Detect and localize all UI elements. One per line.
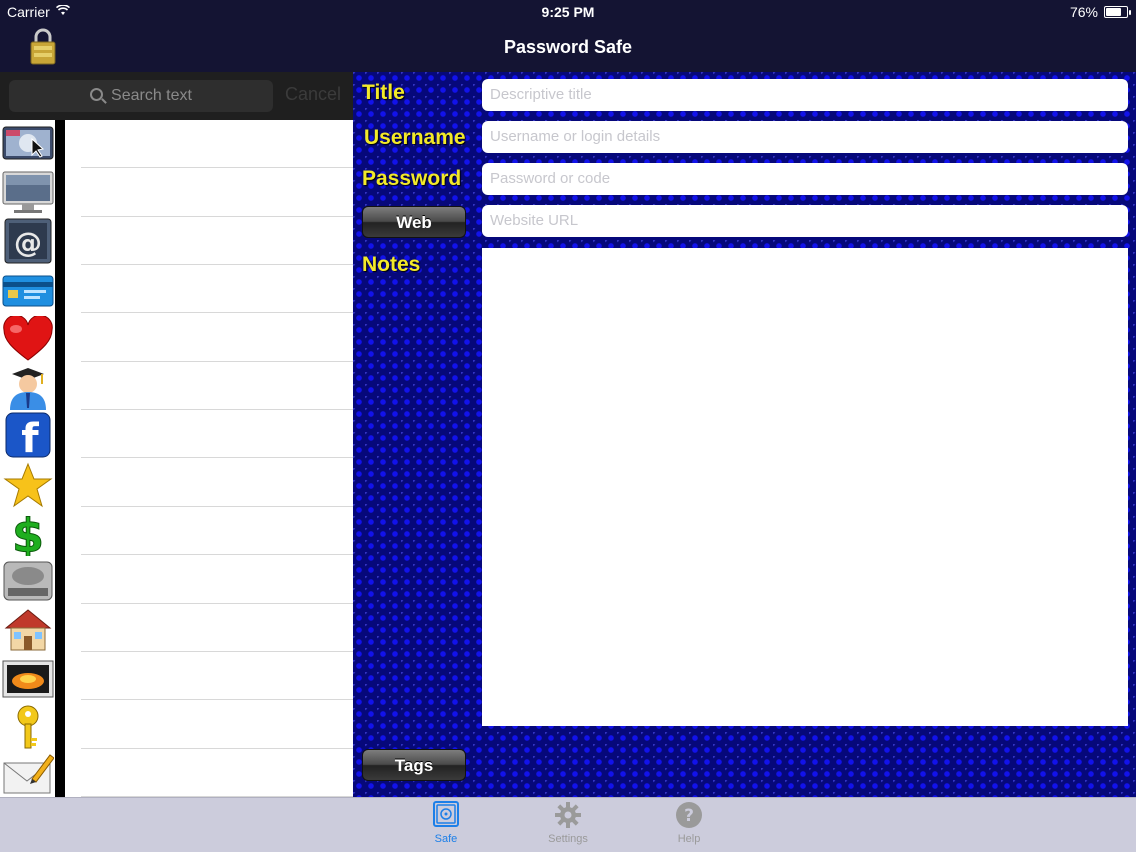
search-input[interactable]: Search text (9, 80, 273, 112)
hard-drive-icon[interactable] (2, 558, 54, 604)
computer-screen-icon[interactable] (2, 122, 54, 168)
list-item[interactable] (65, 555, 353, 604)
notes-field[interactable] (482, 248, 1128, 726)
star-icon[interactable] (2, 462, 54, 508)
list-item[interactable] (65, 168, 353, 217)
picture-icon[interactable] (2, 656, 54, 702)
password-placeholder: Password or code (490, 170, 611, 187)
strip-divider (57, 120, 65, 797)
top-bar: Carrier 9:25 PM 76% Password Safe (0, 0, 1136, 72)
search-bar: Search text Cancel (0, 72, 353, 120)
title-placeholder: Descriptive title (490, 86, 592, 103)
page-title: Password Safe (503, 37, 633, 57)
search-placeholder: Search text (111, 87, 192, 104)
credit-card-icon[interactable] (2, 268, 54, 314)
list-item[interactable] (65, 652, 353, 701)
password-label: Password (362, 167, 462, 190)
list-item[interactable] (65, 120, 353, 169)
list-item[interactable] (65, 410, 353, 459)
tab-settings-label: Settings (548, 833, 588, 845)
list-item[interactable] (65, 362, 353, 411)
category-strip: @ f $ (0, 120, 57, 797)
battery-percent: 76% (1069, 4, 1098, 20)
svg-text:@: @ (14, 226, 42, 259)
cancel-button[interactable]: Cancel (285, 84, 341, 105)
tab-help[interactable]: ? Help (659, 801, 719, 845)
status-time: 9:25 PM (541, 4, 595, 20)
battery-icon (1104, 6, 1131, 18)
tab-safe-label: Safe (434, 833, 458, 845)
website-placeholder: Website URL (490, 212, 579, 229)
entry-list (65, 120, 353, 797)
status-bar: Carrier 9:25 PM 76% (0, 0, 1136, 24)
facebook-icon[interactable]: f (2, 412, 54, 458)
list-item[interactable] (65, 700, 353, 749)
notes-label: Notes (362, 253, 421, 276)
password-field[interactable]: Password or code (482, 163, 1128, 195)
envelope-pencil-icon[interactable] (2, 750, 54, 796)
graduate-icon[interactable] (2, 364, 54, 410)
list-item[interactable] (65, 507, 353, 556)
safe-icon (433, 801, 459, 827)
list-item[interactable] (65, 217, 353, 266)
username-placeholder: Username or login details (490, 128, 661, 145)
help-icon: ? (676, 802, 702, 828)
tab-settings[interactable]: Settings (538, 801, 598, 845)
list-item[interactable] (65, 265, 353, 314)
tab-help-label: Help (677, 833, 701, 845)
dollar-icon[interactable]: $ (2, 510, 54, 556)
svg-text:?: ? (684, 806, 694, 826)
website-url-field[interactable]: Website URL (482, 205, 1128, 237)
search-icon (90, 88, 104, 101)
username-field[interactable]: Username or login details (482, 121, 1128, 153)
heart-icon[interactable] (2, 316, 54, 362)
web-button[interactable]: Web (362, 206, 466, 238)
tags-button[interactable]: Tags (362, 749, 466, 781)
svg-text:f: f (21, 416, 39, 458)
list-item[interactable] (65, 313, 353, 362)
tab-safe[interactable]: Safe (416, 801, 476, 845)
gear-icon (555, 802, 581, 828)
left-pane: Search text Cancel @ f $ (0, 72, 353, 797)
monitor-icon[interactable] (2, 170, 54, 216)
list-item[interactable] (65, 459, 353, 508)
key-icon[interactable] (2, 704, 54, 750)
title-field[interactable]: Descriptive title (482, 79, 1128, 111)
title-label: Title (362, 81, 405, 104)
detail-pane: Title Descriptive title Username Usernam… (353, 72, 1136, 797)
email-at-icon[interactable]: @ (2, 218, 54, 264)
house-icon[interactable] (2, 606, 54, 652)
list-item[interactable] (65, 604, 353, 653)
list-item[interactable] (65, 749, 353, 798)
tab-bar: Safe Settings ? Help (0, 797, 1136, 852)
svg-text:$: $ (12, 510, 44, 556)
username-label: Username (364, 126, 466, 149)
